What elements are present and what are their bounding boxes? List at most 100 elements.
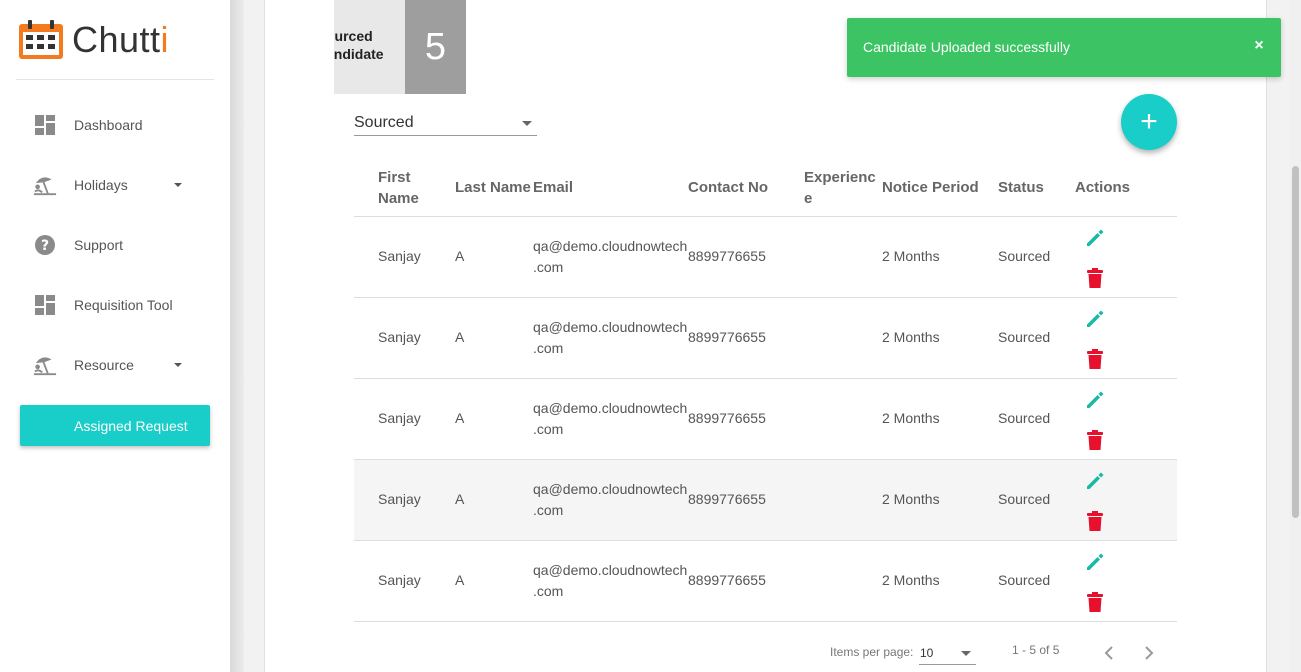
beach-icon xyxy=(33,173,57,197)
cell-notice-period: 2 Months xyxy=(882,248,940,264)
table-row[interactable]: Sanjay A 8899776655 2 Months Sourced qa@demo.… xyxy=(354,379,1177,460)
header-contact-no[interactable]: Contact No xyxy=(688,177,768,198)
header-last-name[interactable]: Last Name xyxy=(455,177,531,198)
sidebar-item-label: Resource xyxy=(74,357,134,373)
close-icon[interactable]: × xyxy=(1251,37,1267,54)
beach-icon xyxy=(33,353,57,377)
logo-text: Chutti xyxy=(72,19,170,60)
cell-email: qa@demo.cloudnowtech .com xyxy=(533,319,688,356)
delete-icon[interactable] xyxy=(1084,429,1106,451)
dashboard-icon xyxy=(33,113,57,137)
table-row[interactable]: Sanjay A 8899776655 2 Months Sourced qa@demo.… xyxy=(354,217,1177,298)
cell-contact-no: 8899776655 xyxy=(688,329,766,345)
cell-notice-period: 2 Months xyxy=(882,329,940,345)
chevron-right-icon xyxy=(1145,646,1154,660)
dashboard-icon xyxy=(33,293,57,317)
chevron-left-icon xyxy=(1104,646,1113,660)
sidebar-item-label: Holidays xyxy=(74,177,128,193)
cell-first-name: Sanjay xyxy=(378,410,421,426)
status-filter-select[interactable]: Sourced xyxy=(354,112,537,136)
sidebar-item-dashboard[interactable]: Dashboard xyxy=(0,95,230,155)
cell-first-name: Sanjay xyxy=(378,329,421,345)
delete-icon[interactable] xyxy=(1084,348,1106,370)
plus-icon: + xyxy=(1140,105,1158,138)
cell-first-name: Sanjay xyxy=(378,491,421,507)
table-row[interactable]: Sanjay A 8899776655 2 Months Sourced qa@demo.… xyxy=(354,298,1177,379)
cell-first-name: Sanjay xyxy=(378,248,421,264)
table-body: Sanjay A 8899776655 2 Months Sourced qa@demo.… xyxy=(354,217,1177,622)
cell-last-name: A xyxy=(455,248,465,264)
items-per-page-label: Items per page: xyxy=(830,645,914,659)
page-scrollbar[interactable] xyxy=(1289,0,1301,672)
cell-contact-no: 8899776655 xyxy=(688,410,766,426)
candidate-table: First Name Last Name Email Contact No Ex… xyxy=(354,162,1177,622)
caret-down-icon xyxy=(174,363,182,367)
cell-email: qa@demo.cloudnowtech .com xyxy=(533,562,688,599)
sidebar-nav: Dashboard Holidays ? Support Requisition… xyxy=(0,95,230,395)
cell-notice-period: 2 Months xyxy=(882,572,940,588)
cell-first-name: Sanjay xyxy=(378,572,421,588)
cell-contact-no: 8899776655 xyxy=(688,491,766,507)
header-status[interactable]: Status xyxy=(998,177,1044,198)
help-icon: ? xyxy=(33,233,57,257)
edit-icon[interactable] xyxy=(1084,551,1106,573)
edit-icon[interactable] xyxy=(1084,227,1106,249)
delete-icon[interactable] xyxy=(1084,267,1106,289)
page-size-value: 10 xyxy=(920,646,934,660)
sidebar-gutter xyxy=(230,0,244,672)
add-candidate-button[interactable]: + xyxy=(1121,94,1177,150)
header-email[interactable]: Email xyxy=(533,177,573,198)
cell-status: Sourced xyxy=(998,329,1051,345)
table-header: First Name Last Name Email Contact No Ex… xyxy=(354,162,1177,217)
sidebar: Chutti Dashboard Holidays ? Support Requ… xyxy=(0,0,230,672)
header-notice-period[interactable]: Notice Period xyxy=(882,177,979,198)
sidebar-item-label: Support xyxy=(74,237,124,253)
stat-count: 5 xyxy=(405,0,466,94)
previous-page-button[interactable] xyxy=(1098,642,1120,664)
edit-icon[interactable] xyxy=(1084,308,1106,330)
cell-email: qa@demo.cloudnowtech .com xyxy=(533,481,688,518)
logo-divider xyxy=(16,79,214,80)
chevron-down-icon xyxy=(522,121,532,126)
edit-icon[interactable] xyxy=(1084,470,1106,492)
chevron-down-icon xyxy=(961,651,971,656)
header-first-name[interactable]: First Name xyxy=(378,167,419,209)
table-row[interactable]: Sanjay A 8899776655 2 Months Sourced qa@demo.… xyxy=(354,541,1177,622)
cell-notice-period: 2 Months xyxy=(882,410,940,426)
cell-last-name: A xyxy=(455,572,465,588)
delete-icon[interactable] xyxy=(1084,510,1106,532)
sidebar-item-holidays[interactable]: Holidays xyxy=(0,155,230,215)
cell-contact-no: 8899776655 xyxy=(688,248,766,264)
table-row[interactable]: Sanjay A 8899776655 2 Months Sourced qa@demo.… xyxy=(354,460,1177,541)
sourced-candidate-stat[interactable]: ourced andidate xyxy=(334,0,405,94)
cell-email: qa@demo.cloudnowtech .com xyxy=(533,400,688,437)
scrollbar-thumb[interactable] xyxy=(1292,166,1299,518)
cell-last-name: A xyxy=(455,329,465,345)
cell-email: qa@demo.cloudnowtech .com xyxy=(533,238,688,275)
cell-last-name: A xyxy=(455,410,465,426)
page-range: 1 - 5 of 5 xyxy=(1012,643,1060,657)
cell-last-name: A xyxy=(455,491,465,507)
delete-icon[interactable] xyxy=(1084,591,1106,613)
sidebar-item-resource[interactable]: Resource xyxy=(0,335,230,395)
cell-status: Sourced xyxy=(998,572,1051,588)
cell-status: Sourced xyxy=(998,491,1051,507)
assigned-request-button[interactable]: Assigned Request xyxy=(20,405,210,446)
sidebar-item-requisition-tool[interactable]: Requisition Tool xyxy=(0,275,230,335)
next-page-button[interactable] xyxy=(1138,642,1160,664)
calendar-logo-icon xyxy=(18,20,64,60)
success-toast: Candidate Uploaded successfully × xyxy=(847,18,1281,77)
cell-notice-period: 2 Months xyxy=(882,491,940,507)
toast-message: Candidate Uploaded successfully xyxy=(863,39,1071,55)
sidebar-item-label: Dashboard xyxy=(74,117,143,133)
stat-label: ourced andidate xyxy=(334,28,384,62)
edit-icon[interactable] xyxy=(1084,389,1106,411)
cell-contact-no: 8899776655 xyxy=(688,572,766,588)
header-experience[interactable]: Experienc e xyxy=(804,167,876,209)
svg-text:?: ? xyxy=(41,238,49,254)
page-size-select[interactable]: 10 xyxy=(919,643,976,665)
sidebar-item-support[interactable]: ? Support xyxy=(0,215,230,275)
sidebar-item-label: Requisition Tool xyxy=(74,297,173,313)
app-logo[interactable]: Chutti xyxy=(18,20,169,60)
caret-down-icon xyxy=(174,183,182,187)
